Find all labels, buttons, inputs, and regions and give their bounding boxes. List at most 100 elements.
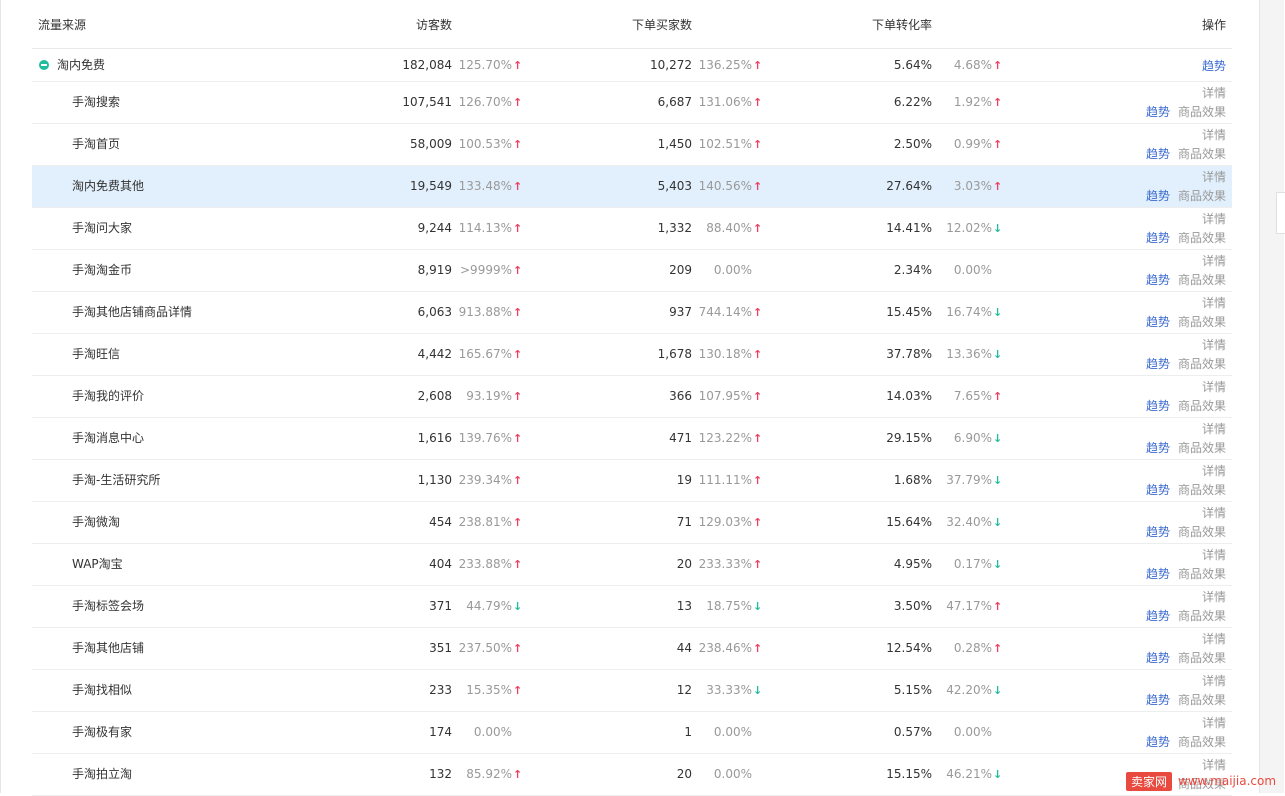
detail-link[interactable]: 详情 <box>1202 630 1226 647</box>
product-effect-link[interactable]: 商品效果 <box>1178 609 1226 623</box>
buyers-value: 366 <box>669 389 692 403</box>
product-effect-link[interactable]: 商品效果 <box>1178 315 1226 329</box>
table-row: 手淘首页 58,009 100.53%↑ 1,450 102.51%↑ 2.50% 0.99… <box>32 124 1232 166</box>
product-effect-link[interactable]: 商品效果 <box>1178 567 1226 581</box>
conversion-change-text: 6.90% <box>953 431 992 445</box>
conversion-change: 12.02%↓ <box>946 220 1002 237</box>
watermark-url: www.maijia.com <box>1178 774 1277 788</box>
detail-link[interactable]: 详情 <box>1202 210 1226 227</box>
buyers-change-text: 33.33% <box>706 683 752 697</box>
trend-link[interactable]: 趋势 <box>1146 315 1170 329</box>
conversion-change-text: 12.02% <box>946 221 992 235</box>
buyers-change-text: 0.00% <box>713 263 752 277</box>
detail-link[interactable]: 详情 <box>1202 168 1226 185</box>
detail-link[interactable]: 详情 <box>1202 126 1226 143</box>
detail-link[interactable]: 详情 <box>1202 336 1226 353</box>
trend-link[interactable]: 趋势 <box>1146 651 1170 665</box>
detail-link[interactable]: 详情 <box>1202 504 1226 521</box>
product-effect-link[interactable]: 商品效果 <box>1178 231 1226 245</box>
conversion-change: 7.65%↑ <box>954 388 1002 405</box>
product-effect-link[interactable]: 商品效果 <box>1178 399 1226 413</box>
row-actions: 趋势商品效果 <box>1146 229 1226 246</box>
detail-link[interactable]: 详情 <box>1202 84 1226 101</box>
row-actions: 趋势商品效果 <box>1146 271 1226 288</box>
detail-link[interactable]: 详情 <box>1202 294 1226 311</box>
detail-link[interactable]: 详情 <box>1202 588 1226 605</box>
product-effect-link[interactable]: 商品效果 <box>1178 735 1226 749</box>
visitors-change: 100.53%↑ <box>459 136 523 153</box>
row-actions: 趋势商品效果 <box>1146 523 1226 540</box>
trend-link[interactable]: 趋势 <box>1146 693 1170 707</box>
product-effect-link[interactable]: 商品效果 <box>1178 441 1226 455</box>
collapse-icon[interactable] <box>39 60 49 70</box>
product-effect-link[interactable]: 商品效果 <box>1178 105 1226 119</box>
trend-link[interactable]: 趋势 <box>1146 105 1170 119</box>
product-effect-link[interactable]: 商品效果 <box>1178 525 1226 539</box>
source-name: 手淘旺信 <box>72 347 121 361</box>
visitors-change: 165.67%↑ <box>458 346 523 363</box>
visitors-change: 126.70%↑ <box>459 94 523 111</box>
trend-link[interactable]: 趋势 <box>1146 189 1170 203</box>
visitors-change-text: 233.88% <box>458 557 512 571</box>
buyers-change: 107.95%↑ <box>699 388 763 405</box>
arrow-up-icon: ↑ <box>513 390 523 403</box>
trend-link[interactable]: 趋势 <box>1146 483 1170 497</box>
product-effect-link[interactable]: 商品效果 <box>1178 357 1226 371</box>
conversion-change: 0.00% <box>954 724 1002 740</box>
trend-link[interactable]: 趋势 <box>1146 609 1170 623</box>
arrow-up-icon: ↑ <box>753 348 763 361</box>
trend-link[interactable]: 趋势 <box>1146 441 1170 455</box>
product-effect-link[interactable]: 商品效果 <box>1178 147 1226 161</box>
source-name: 手淘我的评价 <box>72 389 145 403</box>
arrow-up-icon: ↑ <box>753 180 763 193</box>
side-tab[interactable] <box>1276 192 1285 234</box>
visitors-value: 132 <box>429 767 452 781</box>
row-actions: 趋势商品效果 <box>1146 103 1226 120</box>
detail-link[interactable]: 详情 <box>1202 462 1226 479</box>
trend-link[interactable]: 趋势 <box>1146 735 1170 749</box>
arrow-up-icon: ↑ <box>993 390 1003 403</box>
header-buyers: 下单买家数 <box>631 18 692 32</box>
trend-link[interactable]: 趋势 <box>1146 525 1170 539</box>
buyers-change-text: 88.40% <box>706 221 752 235</box>
trend-link[interactable]: 趋势 <box>1146 273 1170 287</box>
product-effect-link[interactable]: 商品效果 <box>1178 189 1226 203</box>
visitors-change-text: 165.67% <box>458 347 512 361</box>
buyers-change-text: 102.51% <box>698 137 752 151</box>
visitors-change-text: 15.35% <box>466 683 512 697</box>
conversion-value: 37.78% <box>886 347 932 361</box>
trend-link[interactable]: 趋势 <box>1146 231 1170 245</box>
conversion-change-text: 0.00% <box>953 725 992 739</box>
conversion-change: 0.17%↓ <box>954 556 1002 573</box>
product-effect-link[interactable]: 商品效果 <box>1178 483 1226 497</box>
buyers-change-text: 744.14% <box>698 305 752 319</box>
row-actions: 趋势商品效果 <box>1146 439 1226 456</box>
conversion-value: 0.57% <box>893 725 932 739</box>
trend-link[interactable]: 趋势 <box>1146 567 1170 581</box>
row-actions: 趋势商品效果 <box>1146 733 1226 750</box>
detail-link[interactable]: 详情 <box>1202 546 1226 563</box>
trend-link[interactable]: 趋势 <box>1202 57 1226 74</box>
arrow-down-icon: ↓ <box>993 222 1003 235</box>
detail-link[interactable]: 详情 <box>1202 252 1226 269</box>
table-row: 手淘标签会场 371 44.79%↓ 13 18.75%↓ 3.50% 47.17%↑ 详情趋… <box>32 586 1232 628</box>
arrow-up-icon: ↑ <box>513 642 523 655</box>
watermark: 卖家网 www.maijia.com <box>1126 771 1276 791</box>
scrollbar[interactable] <box>1259 0 1284 793</box>
product-effect-link[interactable]: 商品效果 <box>1178 651 1226 665</box>
detail-link[interactable]: 详情 <box>1202 378 1226 395</box>
detail-link[interactable]: 详情 <box>1202 714 1226 731</box>
buyers-value: 71 <box>676 515 692 529</box>
visitors-change: 233.88%↑ <box>458 556 523 573</box>
table-row: 手淘极有家 174 0.00% 1 0.00% 0.57% 0.00% 详情 趋势 商品效果 <box>32 712 1232 754</box>
detail-link[interactable]: 详情 <box>1202 672 1226 689</box>
trend-link[interactable]: 趋势 <box>1146 357 1170 371</box>
watermark-brand: 卖家网 <box>1126 771 1173 791</box>
product-effect-link[interactable]: 商品效果 <box>1178 273 1226 287</box>
trend-link[interactable]: 趋势 <box>1146 399 1170 413</box>
product-effect-link[interactable]: 商品效果 <box>1178 693 1226 707</box>
trend-link[interactable]: 趋势 <box>1146 147 1170 161</box>
detail-link[interactable]: 详情 <box>1202 420 1226 437</box>
buyers-value: 19 <box>676 473 692 487</box>
table-row: 淘内免费其他 19,549 133.48%↑ 5,403 140.56%↑ 27.64% 3… <box>32 166 1232 208</box>
